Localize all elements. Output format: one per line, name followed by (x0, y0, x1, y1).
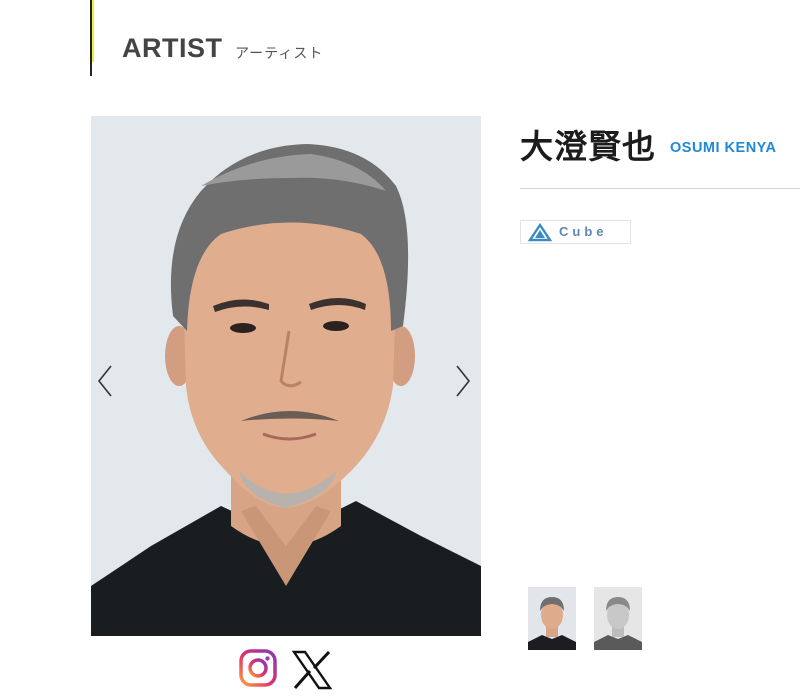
artist-name-jp: 大澄賢也 (520, 127, 656, 166)
artist-portrait (91, 116, 481, 636)
section-header: ARTIST アーティスト (0, 0, 800, 80)
instagram-icon (239, 649, 277, 687)
x-link[interactable] (290, 648, 334, 692)
thumbnail-2[interactable] (594, 587, 642, 650)
thumbnail-photo-2 (594, 587, 642, 650)
page-subtitle: アーティスト (235, 46, 324, 62)
cube-logo-icon (527, 222, 553, 242)
chevron-right-icon (456, 365, 471, 397)
divider (520, 188, 800, 189)
next-photo-button[interactable] (451, 362, 475, 400)
page-title: ARTIST (122, 33, 223, 63)
agency-label: Cube (559, 224, 608, 239)
agency-link[interactable]: Cube (520, 220, 631, 244)
artist-name-en: OSUMI KENYA (670, 140, 777, 156)
header-bar-accent (92, 0, 94, 62)
artist-photo (91, 116, 481, 636)
prev-photo-button[interactable] (93, 362, 117, 400)
thumbnail-1[interactable] (528, 587, 576, 650)
instagram-link[interactable] (238, 648, 278, 688)
artist-name-block: 大澄賢也 OSUMI KENYA (520, 120, 800, 168)
x-icon (291, 650, 333, 690)
thumbnail-photo-1 (528, 587, 576, 650)
chevron-left-icon (97, 365, 112, 397)
